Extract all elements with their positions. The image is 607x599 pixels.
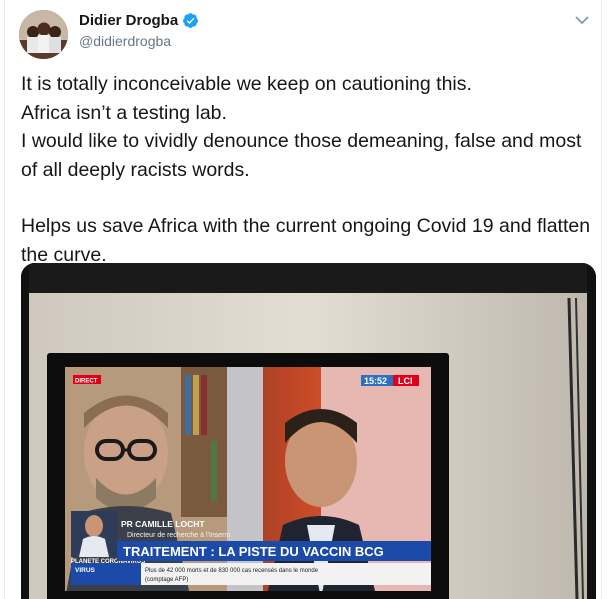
tweet-video[interactable]: 15:52 LCI DIRECT PLANETE CORONAVIRUS PR … <box>21 263 596 599</box>
tv-guest-role: Directeur de recherche à l'Inserm <box>127 532 230 539</box>
tv-side-label: VIRUS <box>75 567 96 574</box>
tv-direct-label: DIRECT <box>75 379 98 385</box>
author-row: Didier Drogba <box>79 12 199 29</box>
tv-guest-name: PR CAMILLE LOCHT <box>121 519 205 529</box>
tweet-line: Helps us save Africa with the current on… <box>21 215 591 266</box>
verified-badge-icon <box>182 12 199 29</box>
tv-ticker: Plus de 42 000 morts et de 830 000 cas r… <box>145 568 319 574</box>
tv-channel-label: LCI <box>398 376 413 386</box>
tv-time-label: 15:52 <box>364 376 387 386</box>
author-handle[interactable]: @didierdrogba <box>79 33 171 49</box>
tv-headline: TRAITEMENT : LA PISTE DU VACCIN BCG <box>123 544 384 559</box>
chevron-down-icon[interactable] <box>575 12 589 25</box>
tweet-card[interactable]: Didier Drogba @didierdrogba It is totall… <box>4 0 602 599</box>
tv-ticker-source: (comptage AFP) <box>145 577 188 583</box>
tweet-line: It is totally inconceivable we keep on c… <box>21 73 472 95</box>
avatar[interactable] <box>19 10 68 59</box>
profile-photo <box>19 10 68 59</box>
tweet-blank-line <box>21 184 591 212</box>
tweet-line: I would like to vividly denounce those d… <box>21 130 582 181</box>
tweet-text: It is totally inconceivable we keep on c… <box>21 70 591 269</box>
video-frame: 15:52 LCI DIRECT PLANETE CORONAVIRUS PR … <box>21 263 596 599</box>
tweet-line: Africa isn’t a testing lab. <box>21 101 227 124</box>
author-name[interactable]: Didier Drogba <box>79 12 178 29</box>
